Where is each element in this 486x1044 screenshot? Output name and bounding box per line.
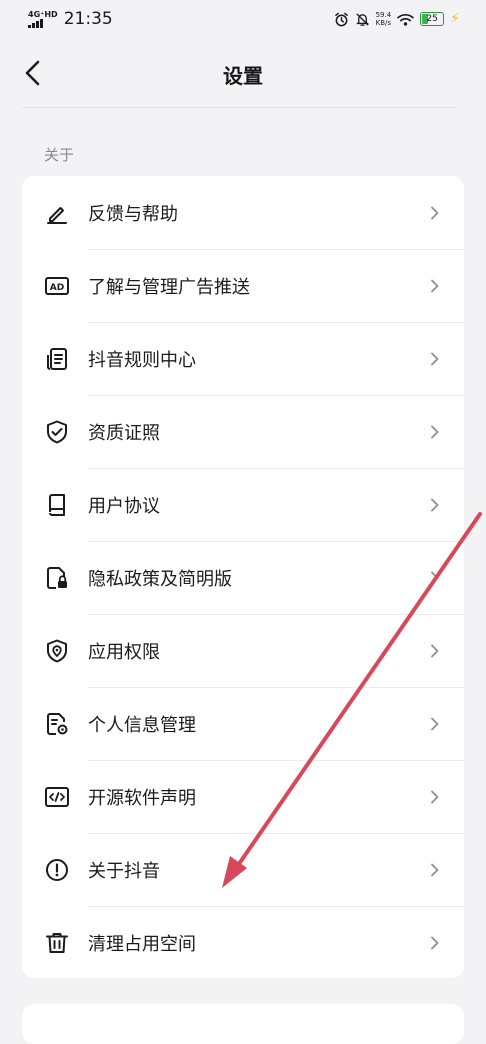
clock: 21:35 <box>63 9 113 29</box>
speed-unit: KB/s <box>375 19 392 27</box>
menu-item-user-agreement[interactable]: 用户协议 <box>22 468 464 541</box>
section-label-about: 关于 <box>44 146 75 164</box>
chevron-right-icon <box>428 863 442 877</box>
chevron-right-icon <box>428 571 442 585</box>
chevron-right-icon <box>428 498 442 512</box>
mute-bell-icon <box>355 12 369 26</box>
speed-value: 59.4 <box>375 11 392 19</box>
charging-icon: ⚡ <box>450 11 460 27</box>
menu-item-privacy-policy[interactable]: 隐私政策及简明版 <box>22 541 464 614</box>
battery-level: 25 <box>426 14 438 24</box>
chevron-right-icon <box>428 936 442 950</box>
chevron-right-icon <box>428 352 442 366</box>
status-bar: 4G⁺HD 21:35 59.4 KB/s 25 ⚡ <box>0 0 486 38</box>
menu-item-feedback-help[interactable]: 反馈与帮助 <box>22 176 464 249</box>
menu-item-label: 了解与管理广告推送 <box>88 276 250 298</box>
menu-item-label: 用户协议 <box>88 495 160 517</box>
alarm-icon <box>334 12 348 26</box>
document-lock-icon <box>44 565 70 591</box>
network-type: 4G⁺HD <box>28 10 58 19</box>
network-indicator: 4G⁺HD <box>28 10 58 28</box>
header: 设置 <box>0 38 486 108</box>
chevron-right-icon <box>428 644 442 658</box>
info-exclamation-icon <box>44 857 70 883</box>
menu-item-qualifications[interactable]: 资质证照 <box>22 395 464 468</box>
signal-icon <box>28 19 43 28</box>
svg-text:AD: AD <box>50 283 64 293</box>
menu-item-app-permissions[interactable]: 应用权限 <box>22 614 464 687</box>
menu-item-ad-management[interactable]: AD 了解与管理广告推送 <box>22 249 464 322</box>
menu-item-label: 关于抖音 <box>88 860 160 882</box>
chevron-right-icon <box>428 717 442 731</box>
ad-icon: AD <box>44 273 70 299</box>
settings-card: 反馈与帮助 AD 了解与管理广告推送 抖音规则中心 资质证照 用户协议 隐私政策… <box>22 176 464 978</box>
chevron-right-icon <box>428 425 442 439</box>
menu-item-label: 清理占用空间 <box>88 933 196 955</box>
shield-location-icon <box>44 638 70 664</box>
menu-item-label: 开源软件声明 <box>88 787 196 809</box>
menu-item-label: 资质证照 <box>88 422 160 444</box>
menu-item-label: 反馈与帮助 <box>88 203 178 225</box>
status-right: 59.4 KB/s 25 ⚡ <box>334 11 460 27</box>
menu-item-label: 抖音规则中心 <box>88 349 196 371</box>
menu-item-label: 应用权限 <box>88 641 160 663</box>
battery-icon: 25 <box>420 12 445 26</box>
pencil-icon <box>44 200 70 226</box>
chevron-right-icon <box>428 279 442 293</box>
menu-item-clear-storage[interactable]: 清理占用空间 <box>22 906 464 978</box>
menu-item-label: 隐私政策及简明版 <box>88 568 232 590</box>
page-title: 设置 <box>223 64 263 88</box>
network-speed: 59.4 KB/s <box>376 11 392 27</box>
trash-icon <box>44 930 70 956</box>
next-settings-card <box>22 1004 464 1044</box>
menu-item-open-source[interactable]: 开源软件声明 <box>22 760 464 833</box>
wifi-icon <box>397 13 414 26</box>
shield-check-icon <box>44 419 70 445</box>
document-gear-icon <box>44 711 70 737</box>
status-left: 4G⁺HD 21:35 <box>28 9 113 29</box>
book-icon <box>44 492 70 518</box>
menu-item-label: 个人信息管理 <box>88 714 196 736</box>
rules-document-icon <box>44 346 70 372</box>
menu-item-rules-center[interactable]: 抖音规则中心 <box>22 322 464 395</box>
header-divider <box>22 107 456 108</box>
code-icon <box>44 784 70 810</box>
chevron-right-icon <box>428 206 442 220</box>
menu-item-personal-info[interactable]: 个人信息管理 <box>22 687 464 760</box>
menu-item-about-douyin[interactable]: 关于抖音 <box>22 833 464 906</box>
chevron-right-icon <box>428 790 442 804</box>
